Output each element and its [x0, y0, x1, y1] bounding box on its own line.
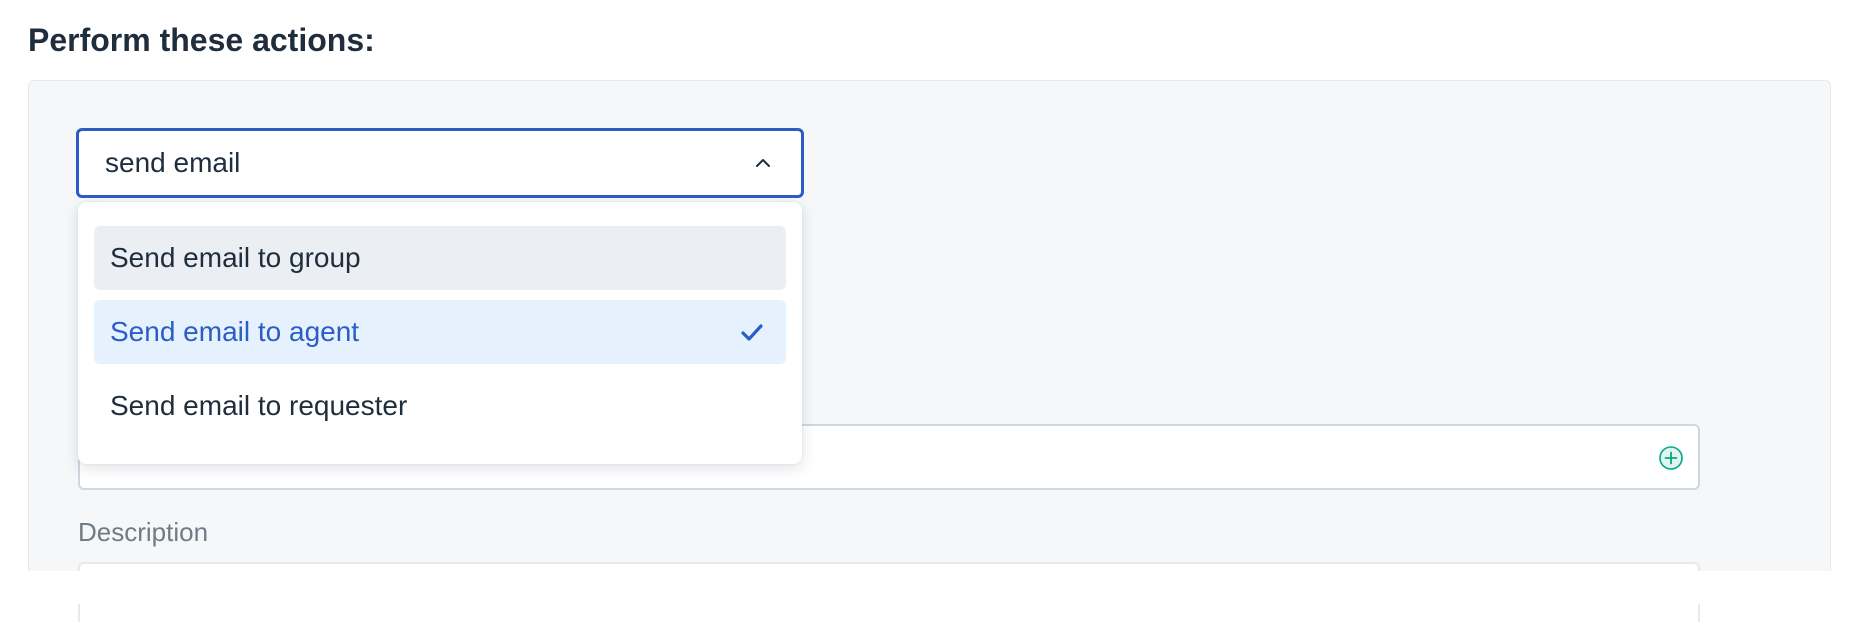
- bottom-edge: [0, 571, 1860, 604]
- option-label: Send email to agent: [110, 316, 360, 347]
- action-select[interactable]: send email: [76, 128, 804, 198]
- chevron-up-icon[interactable]: [751, 151, 775, 175]
- description-label: Description: [78, 517, 209, 547]
- checkmark-icon: [738, 318, 766, 346]
- option-label: Send email to group: [110, 242, 361, 273]
- page-title: Perform these actions:: [28, 22, 375, 58]
- add-circle-icon[interactable]: [1658, 445, 1684, 471]
- option-send-email-to-group[interactable]: Send email to group: [94, 226, 786, 290]
- option-send-email-to-requester[interactable]: Send email to requester: [94, 374, 786, 438]
- option-label: Send email to requester: [110, 390, 408, 421]
- option-send-email-to-agent[interactable]: Send email to agent: [94, 300, 786, 364]
- action-dropdown-menu: Send email to group Send email to agent …: [78, 202, 802, 464]
- action-select-value[interactable]: send email: [105, 147, 751, 179]
